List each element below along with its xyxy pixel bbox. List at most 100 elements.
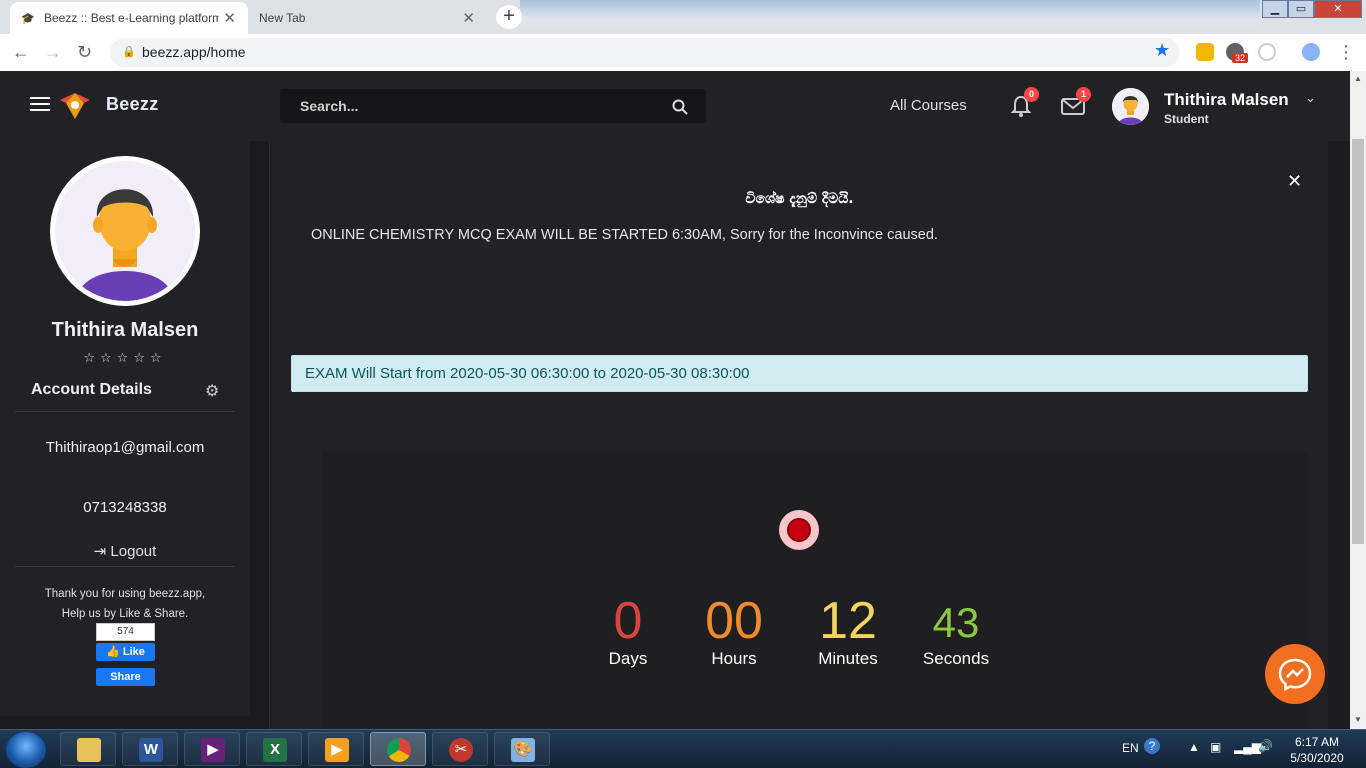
scrollbar-thumb[interactable] bbox=[1352, 139, 1364, 544]
logout-icon: ⇥ bbox=[93, 543, 107, 560]
forward-icon[interactable]: → bbox=[44, 42, 62, 63]
tab-beezz[interactable]: 🎓 Beezz :: Best e-Learning platform ✕ bbox=[10, 2, 248, 34]
tab-close-icon[interactable]: ✕ bbox=[462, 9, 475, 27]
messenger-chat-button[interactable] bbox=[1265, 644, 1325, 704]
countdown-hours-value: 00 bbox=[705, 592, 763, 650]
window-title-background bbox=[520, 0, 1260, 34]
divider bbox=[15, 566, 235, 567]
bookmark-star-icon[interactable]: ★ bbox=[1154, 40, 1170, 61]
countdown-days-value: 0 bbox=[613, 592, 643, 650]
gear-icon[interactable]: ⚙ bbox=[205, 381, 219, 401]
scroll-down-icon[interactable]: ▼ bbox=[1354, 715, 1362, 724]
start-button[interactable] bbox=[6, 732, 46, 768]
chevron-down-icon[interactable]: ⌄ bbox=[1305, 90, 1316, 106]
facebook-like-button[interactable]: 👍 Like bbox=[96, 643, 155, 661]
media-player-icon: ▶ bbox=[325, 738, 349, 762]
tray-device-icon[interactable]: ▣ bbox=[1210, 740, 1221, 754]
taskbar-snipping-tool[interactable]: ✂ bbox=[432, 732, 488, 766]
like-label: Like bbox=[122, 646, 145, 658]
taskbar-excel[interactable]: X bbox=[246, 732, 302, 766]
taskbar-media-player[interactable]: ▶ bbox=[308, 732, 364, 766]
url-text: beezz.app/home bbox=[142, 44, 246, 60]
search-input[interactable]: Search... bbox=[280, 89, 706, 123]
browser-tab-bar: 🎓 Beezz :: Best e-Learning platform ✕ Ne… bbox=[0, 0, 1366, 34]
excel-icon: X bbox=[263, 738, 287, 762]
scroll-up-icon[interactable]: ▲ bbox=[1354, 74, 1362, 83]
lock-icon: 🔒 bbox=[122, 46, 136, 58]
reload-icon[interactable]: ↻ bbox=[77, 42, 92, 63]
paint-icon: 🎨 bbox=[511, 738, 535, 762]
tab-new-tab[interactable]: New Tab ✕ bbox=[249, 2, 487, 34]
thanks-line: Help us by Like & Share. bbox=[61, 608, 189, 620]
countdown-minutes-value: 12 bbox=[819, 592, 877, 650]
signal-icon[interactable]: ▂▄▆ bbox=[1234, 740, 1261, 754]
taskbar-visual-studio[interactable]: ▶ bbox=[184, 732, 240, 766]
logout-label: Logout bbox=[110, 543, 157, 560]
volume-icon[interactable]: 🔊 bbox=[1258, 739, 1273, 753]
hamburger-menu-icon[interactable] bbox=[30, 97, 50, 115]
countdown-hours-label: Hours bbox=[711, 649, 757, 668]
browser-toolbar: ← → ↻ 🔒 beezz.app/home ★ 32 ⋮ bbox=[0, 34, 1366, 71]
beezz-logo-icon bbox=[60, 93, 90, 119]
thanks-message: Thank you for using beezz.app, Help us b… bbox=[0, 584, 250, 624]
address-bar[interactable]: 🔒 beezz.app/home bbox=[110, 38, 1180, 67]
taskbar-paint[interactable]: 🎨 bbox=[494, 732, 550, 766]
clock-time: 6:17 AM bbox=[1294, 735, 1340, 749]
header-user-name[interactable]: Thithira Malsen bbox=[1164, 90, 1289, 110]
close-icon[interactable]: ✕ bbox=[1287, 171, 1302, 192]
extension-badge: 32 bbox=[1232, 53, 1249, 63]
countdown-days-label: Days bbox=[608, 649, 648, 668]
header-user-role: Student bbox=[1164, 112, 1209, 126]
exam-schedule-alert: EXAM Will Start from 2020-05-30 06:30:00… bbox=[291, 355, 1308, 392]
extension-timer-icon[interactable] bbox=[1258, 43, 1276, 61]
facebook-like-count: 574 bbox=[96, 623, 155, 641]
back-icon[interactable]: ← bbox=[12, 42, 30, 63]
explorer-icon bbox=[77, 738, 101, 762]
window-close-button[interactable]: ✕ bbox=[1314, 0, 1362, 18]
content-gutter bbox=[250, 141, 270, 729]
tray-expand-icon[interactable]: ▲ bbox=[1188, 740, 1200, 754]
app-header: Beezz Search... All Courses 0 1 Thithira… bbox=[0, 71, 1350, 141]
record-indicator-icon bbox=[779, 510, 819, 550]
notifications-badge: 0 bbox=[1024, 87, 1039, 102]
notice-body: ONLINE CHEMISTRY MCQ EXAM WILL BE STARTE… bbox=[311, 227, 938, 243]
help-icon[interactable]: ? bbox=[1144, 738, 1160, 754]
clock-date: 5/30/2020 bbox=[1290, 751, 1344, 765]
extension-pencil-icon[interactable] bbox=[1196, 43, 1214, 61]
profile-avatar-icon[interactable] bbox=[1302, 43, 1320, 61]
language-indicator[interactable]: EN bbox=[1122, 741, 1139, 755]
profile-avatar bbox=[50, 156, 200, 306]
facebook-share-button[interactable]: Share bbox=[96, 668, 155, 686]
main-content: විශේෂ දැනුම් දීමයි. ✕ ONLINE CHEMISTRY M… bbox=[271, 141, 1328, 729]
notice-title: විශේෂ දැනුම් දීමයි. bbox=[745, 191, 854, 207]
countdown-panel: 0 Days 00 Hours 12 Minutes 43 Seconds bbox=[323, 451, 1308, 729]
logout-link[interactable]: ⇥ Logout bbox=[0, 542, 250, 560]
messages-badge: 1 bbox=[1076, 87, 1091, 102]
maximize-button[interactable]: ▭ bbox=[1288, 0, 1314, 18]
new-tab-button[interactable]: + bbox=[496, 5, 522, 29]
minimize-button[interactable]: ▁ bbox=[1262, 0, 1288, 18]
snipping-tool-icon: ✂ bbox=[449, 738, 473, 762]
chrome-icon bbox=[387, 738, 411, 762]
taskbar-word[interactable]: W bbox=[122, 732, 178, 766]
profile-email: Thithiraop1@gmail.com bbox=[45, 439, 205, 456]
visual-studio-icon: ▶ bbox=[201, 738, 225, 762]
search-icon[interactable] bbox=[672, 99, 688, 115]
system-clock[interactable]: 6:17 AM 5/30/2020 bbox=[1282, 734, 1352, 766]
page-scrollbar[interactable]: ▲ ▼ bbox=[1350, 71, 1366, 729]
profile-name: Thithira Malsen bbox=[51, 319, 199, 341]
divider bbox=[15, 411, 235, 412]
taskbar-explorer[interactable] bbox=[60, 732, 116, 766]
all-courses-link[interactable]: All Courses bbox=[890, 97, 967, 114]
user-avatar[interactable] bbox=[1112, 88, 1149, 125]
brand-name[interactable]: Beezz bbox=[106, 94, 159, 115]
windows-taskbar: W ▶ X ▶ ✂ 🎨 EN ? ▲ ▣ ▂▄▆ 🔊 6:17 AM 5/30/… bbox=[0, 729, 1366, 768]
search-placeholder: Search... bbox=[300, 98, 359, 114]
messenger-icon bbox=[1278, 658, 1312, 692]
tab-close-icon[interactable]: ✕ bbox=[223, 9, 236, 27]
taskbar-chrome[interactable] bbox=[370, 732, 426, 766]
thanks-line: Thank you for using beezz.app, bbox=[44, 588, 206, 600]
menu-dots-icon[interactable]: ⋮ bbox=[1337, 42, 1355, 63]
countdown-seconds-value: 43 bbox=[932, 599, 980, 646]
tab-title: Beezz :: Best e-Learning platform bbox=[44, 11, 219, 25]
